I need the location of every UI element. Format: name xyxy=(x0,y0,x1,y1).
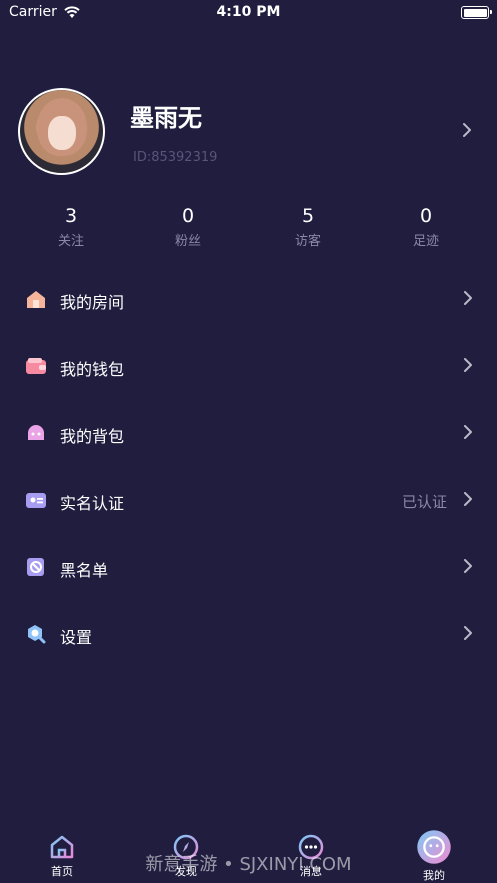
profile-stats: 3 关注 0 粉丝 5 访客 0 足迹 xyxy=(0,205,497,255)
verification-status: 已认证 xyxy=(401,493,447,511)
stat-label: 访客 xyxy=(294,234,321,249)
status-time: 4:10 PM xyxy=(216,4,281,20)
tab-label: 首页 xyxy=(51,865,73,878)
tab-mine[interactable]: 我的 xyxy=(394,828,474,883)
menu-label: 实名认证 xyxy=(60,494,125,513)
profile-name: 墨雨无 xyxy=(130,104,202,132)
chevron-right-icon xyxy=(464,425,472,439)
menu-label: 我的房间 xyxy=(60,293,125,312)
profile-id: ID:85392319 xyxy=(133,150,218,165)
stat-label: 足迹 xyxy=(412,234,439,249)
chevron-right-icon xyxy=(464,559,472,573)
status-bar: Carrier 4:10 PM xyxy=(0,0,497,26)
chevron-right-icon xyxy=(464,626,472,640)
battery-icon xyxy=(461,6,492,19)
menu-item-real-name-verification[interactable]: 实名认证 已认证 xyxy=(0,466,497,533)
tab-label: 我的 xyxy=(423,869,445,882)
menu-item-my-backpack[interactable]: 我的背包 xyxy=(0,399,497,466)
menu-item-blacklist[interactable]: 黑名单 xyxy=(0,533,497,600)
menu-label: 黑名单 xyxy=(60,561,109,580)
stat-value: 5 xyxy=(301,205,315,227)
search-settings-icon xyxy=(28,625,46,644)
chevron-right-icon xyxy=(464,291,472,305)
tab-messages[interactable]: 消息 xyxy=(271,828,351,879)
stat-label: 粉丝 xyxy=(174,234,201,249)
house-icon xyxy=(27,291,45,308)
home-icon xyxy=(50,835,74,859)
stat-value: 0 xyxy=(419,205,433,227)
stat-value: 0 xyxy=(181,205,195,227)
bottom-tab-bar: 首页 发现 消息 我的 xyxy=(0,828,497,883)
menu-item-my-room[interactable]: 我的房间 xyxy=(0,265,497,332)
compass-icon xyxy=(173,834,199,860)
menu-item-settings[interactable]: 设置 xyxy=(0,600,497,667)
chevron-right-icon[interactable] xyxy=(461,122,473,138)
block-icon xyxy=(27,558,44,576)
id-card-icon xyxy=(26,493,46,508)
tab-home[interactable]: 首页 xyxy=(22,828,102,879)
menu-label: 我的钱包 xyxy=(60,360,125,379)
chevron-right-icon xyxy=(464,358,472,372)
stat-label: 关注 xyxy=(57,234,84,249)
avatar[interactable] xyxy=(18,88,105,175)
stat-fans[interactable]: 0 粉丝 xyxy=(148,205,228,249)
backpack-icon xyxy=(28,425,44,440)
chevron-right-icon xyxy=(464,492,472,506)
menu-item-my-wallet[interactable]: 我的钱包 xyxy=(0,332,497,399)
message-icon xyxy=(298,834,324,860)
stat-following[interactable]: 3 关注 xyxy=(31,205,111,249)
profile-face-icon xyxy=(417,830,451,864)
stat-value: 3 xyxy=(64,205,78,227)
menu-label: 设置 xyxy=(60,628,93,647)
menu-label: 我的背包 xyxy=(60,427,125,446)
stat-visitors[interactable]: 5 访客 xyxy=(268,205,348,249)
wallet-icon xyxy=(26,358,46,374)
stat-footprints[interactable]: 0 足迹 xyxy=(386,205,466,249)
profile-header[interactable]: 墨雨无 ID:85392319 xyxy=(0,88,497,178)
tab-label: 发现 xyxy=(175,865,197,878)
tab-discover[interactable]: 发现 xyxy=(146,828,226,879)
tab-label: 消息 xyxy=(300,865,322,878)
